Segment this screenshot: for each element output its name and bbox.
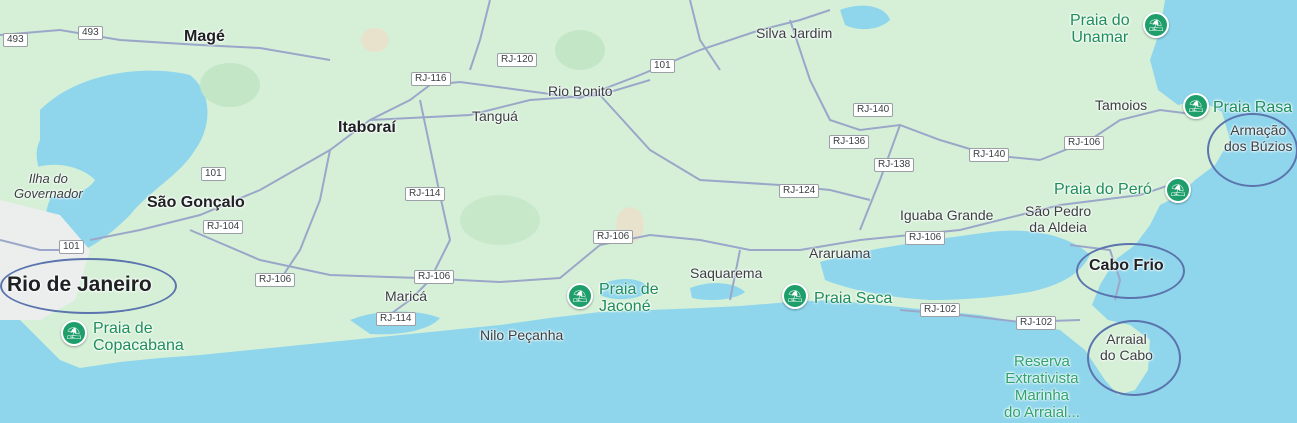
road-shield: RJ-104 bbox=[203, 220, 244, 234]
place-label-nilo-pecanha: Nilo Peçanha bbox=[480, 327, 564, 343]
road-shield: 101 bbox=[59, 240, 84, 254]
road-shield: RJ-114 bbox=[376, 312, 416, 326]
beach-pin-pero[interactable]: ⛱ bbox=[1165, 177, 1191, 203]
beach-umbrella-icon: ⛱ bbox=[787, 289, 803, 303]
highlight-ring-rio-de-janeiro bbox=[0, 258, 177, 314]
road-shield: RJ-106 bbox=[1064, 136, 1105, 150]
place-label-mage: Magé bbox=[184, 28, 225, 45]
poi-label-pero[interactable]: Praia do Peró bbox=[1054, 181, 1152, 198]
road-shield: RJ-136 bbox=[829, 135, 870, 149]
road-shield: RJ-106 bbox=[255, 273, 296, 287]
place-label-rio-bonito: Rio Bonito bbox=[548, 83, 613, 99]
road-shield: RJ-116 bbox=[411, 72, 451, 86]
beach-umbrella-icon: ⛱ bbox=[572, 289, 588, 303]
place-label-saquarema: Saquarema bbox=[690, 265, 763, 281]
place-label-reserva-extrativista: Reserva Extrativista Marinha do Arraial.… bbox=[1004, 353, 1080, 421]
beach-pin-rasa[interactable]: ⛱ bbox=[1183, 93, 1209, 119]
place-label-silva-jardim: Silva Jardim bbox=[756, 25, 833, 41]
road-shield: RJ-114 bbox=[405, 187, 445, 201]
beach-umbrella-icon: ⛱ bbox=[1188, 99, 1204, 113]
beach-pin-jacone[interactable]: ⛱ bbox=[567, 283, 593, 309]
place-label-itaborai: Itaboraí bbox=[338, 119, 396, 136]
road-shield: 493 bbox=[3, 33, 28, 47]
highlight-ring-armacao-dos-buzios bbox=[1207, 113, 1297, 187]
beach-pin-unamar[interactable]: ⛱ bbox=[1143, 12, 1169, 38]
road-shield: RJ-102 bbox=[1016, 316, 1057, 330]
road-shield: RJ-124 bbox=[779, 184, 820, 198]
beach-pin-copacabana[interactable]: ⛱ bbox=[61, 320, 87, 346]
map-view[interactable]: 493 493 RJ-120 RJ-116 101 RJ-140 RJ-136 … bbox=[0, 0, 1297, 423]
place-label-sao-goncalo: São Gonçalo bbox=[147, 194, 245, 211]
poi-label-copacabana[interactable]: Praia de Copacabana bbox=[93, 320, 184, 354]
place-label-tamoios: Tamoios bbox=[1095, 97, 1148, 113]
place-label-araruama: Araruama bbox=[809, 245, 871, 261]
beach-pin-seca[interactable]: ⛱ bbox=[782, 283, 808, 309]
highlight-ring-cabo-frio bbox=[1076, 243, 1185, 299]
road-shield: 493 bbox=[78, 26, 103, 40]
place-label-sao-pedro-da-aldeia: São Pedro da Aldeia bbox=[1025, 203, 1092, 235]
road-shield: RJ-106 bbox=[905, 231, 946, 245]
road-shield: RJ-138 bbox=[874, 158, 915, 172]
road-shield: RJ-106 bbox=[593, 230, 634, 244]
beach-umbrella-icon: ⛱ bbox=[66, 326, 82, 340]
poi-label-jacone[interactable]: Praia de Jaconé bbox=[599, 281, 659, 315]
poi-label-seca[interactable]: Praia Seca bbox=[814, 290, 892, 307]
road-shield: RJ-102 bbox=[920, 303, 961, 317]
road-shield: 101 bbox=[201, 167, 226, 181]
road-shield: RJ-140 bbox=[969, 148, 1010, 162]
road-shield: RJ-140 bbox=[853, 103, 894, 117]
place-label-marica: Maricá bbox=[385, 288, 428, 304]
beach-umbrella-icon: ⛱ bbox=[1170, 183, 1186, 197]
road-shield: RJ-106 bbox=[414, 270, 455, 284]
place-label-tangua: Tanguá bbox=[472, 108, 518, 124]
place-label-iguaba-grande: Iguaba Grande bbox=[900, 207, 994, 223]
poi-label-unamar[interactable]: Praia do Unamar bbox=[1070, 12, 1130, 46]
beach-umbrella-icon: ⛱ bbox=[1148, 18, 1164, 32]
road-shield: 101 bbox=[650, 59, 675, 73]
road-shield: RJ-120 bbox=[497, 53, 538, 67]
place-label-ilha-do-governador: Ilha do Governador bbox=[14, 171, 83, 201]
highlight-ring-arraial-do-cabo bbox=[1087, 320, 1181, 396]
